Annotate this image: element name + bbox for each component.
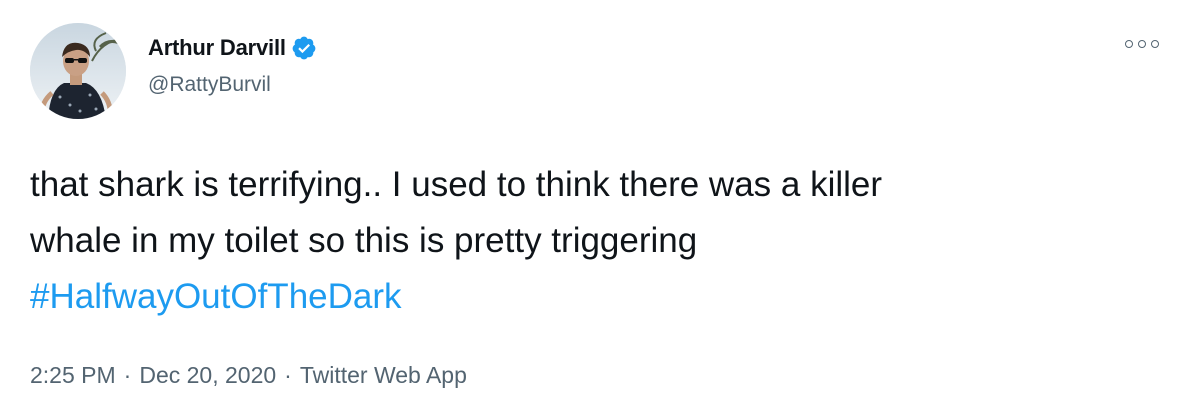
tweet-text-line-2: whale in my toilet so this is pretty tri… (30, 221, 698, 260)
dot (1151, 40, 1159, 48)
separator: · (123, 362, 132, 388)
tweet-time[interactable]: 2:25 PM (30, 362, 116, 388)
author-display-name[interactable]: Arthur Darvill (148, 35, 286, 61)
author-name-row[interactable]: Arthur Darvill (148, 33, 317, 63)
separator: · (284, 362, 292, 388)
profile-photo-icon (30, 23, 126, 119)
tweet-card: Arthur Darvill @RattyBurvil that shark i… (0, 0, 1190, 416)
tweet-text-line-1: that shark is terrifying.. I used to thi… (30, 165, 883, 204)
author-handle[interactable]: @RattyBurvil (148, 73, 271, 97)
dot (1125, 40, 1133, 48)
tweet-metadata: 2:25 PM · Dec 20, 2020 · Twitter Web App (30, 362, 467, 389)
tweet-date[interactable]: Dec 20, 2020 (139, 362, 276, 388)
avatar[interactable] (30, 23, 126, 119)
more-options-icon[interactable] (1125, 34, 1159, 54)
dot (1138, 40, 1146, 48)
tweet-source[interactable]: Twitter Web App (300, 362, 467, 388)
tweet-text: that shark is terrifying.. I used to thi… (30, 157, 1160, 325)
hashtag-link[interactable]: #HalfwayOutOfTheDark (30, 269, 1160, 325)
verified-badge-icon (291, 35, 317, 61)
